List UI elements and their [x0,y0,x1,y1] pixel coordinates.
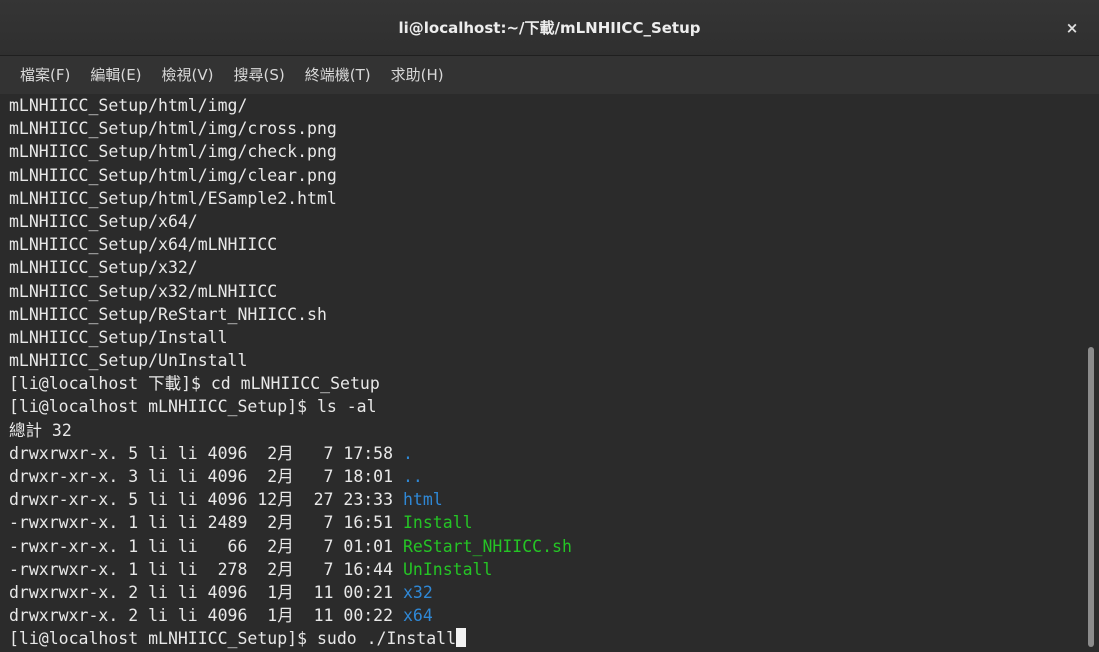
listing-name-dir: x64 [403,606,433,626]
listing-meta: drwxrwxr-x. 2 li li 4096 1月 11 00:22 [9,606,403,626]
listing-meta: -rwxr-xr-x. 1 li li 66 2月 7 01:01 [9,536,403,556]
listing-row: drwxrwxr-x. 2 li li 4096 1月 11 00:22 x64 [9,604,1074,627]
listing-name-dir: . [403,443,413,463]
output-line: mLNHIICC_Setup/html/ESample2.html [9,188,337,208]
output-line: mLNHIICC_Setup/Install [9,327,228,347]
output-line: mLNHIICC_Setup/x32/mLNHIICC [9,281,278,301]
output-line: mLNHIICC_Setup/html/img/ [9,96,248,115]
output-line: mLNHIICC_Setup/x64/mLNHIICC [9,235,278,255]
listing-row: drwxrwxr-x. 2 li li 4096 1月 11 00:21 x32 [9,581,1074,604]
menu-bar: 檔案(F) 編輯(E) 檢視(V) 搜尋(S) 終端機(T) 求助(H) [0,56,1099,94]
listing-row: drwxr-xr-x. 3 li li 4096 2月 7 18:01 .. [9,465,1074,488]
listing-meta: drwxr-xr-x. 5 li li 4096 12月 27 23:33 [9,490,403,510]
output-line: mLNHIICC_Setup/UnInstall [9,351,248,371]
command-line: [li@localhost mLNHIICC_Setup]$ ls -al [9,397,377,417]
listing-name-dir: html [403,490,443,510]
listing-name-dir: .. [403,467,423,486]
output-line: mLNHIICC_Setup/ReStart_NHIICC.sh [9,304,327,324]
cursor-icon [456,628,467,648]
listing-row: -rwxr-xr-x. 1 li li 66 2月 7 01:01 ReStar… [9,535,1074,558]
listing-row: drwxr-xr-x. 5 li li 4096 12月 27 23:33 ht… [9,488,1074,511]
menu-view[interactable]: 檢視(V) [152,56,224,94]
close-icon[interactable]: × [1059,15,1085,41]
scrollbar[interactable] [1083,94,1099,652]
command-line: [li@localhost 下載]$ cd mLNHIICC_Setup [9,374,380,394]
listing-row: -rwxrwxr-x. 1 li li 278 2月 7 16:44 UnIns… [9,558,1074,581]
output-line: mLNHIICC_Setup/html/img/cross.png [9,119,337,139]
terminal-output: mLNHIICC_Setup/html/img/ mLNHIICC_Setup/… [9,94,1074,651]
prompt-line[interactable]: [li@localhost mLNHIICC_Setup]$ sudo ./In… [9,627,1074,650]
listing-name-exe: ReStart_NHIICC.sh [403,536,572,556]
output-line: mLNHIICC_Setup/html/img/clear.png [9,165,337,185]
terminal-window: li@localhost:~/下載/mLNHIICC_Setup × 檔案(F)… [0,0,1099,652]
prompt-text: [li@localhost mLNHIICC_Setup]$ sudo ./In… [9,629,457,649]
listing-name-exe: Install [403,513,473,533]
listing-name-dir: x32 [403,582,433,602]
terminal-area[interactable]: mLNHIICC_Setup/html/img/ mLNHIICC_Setup/… [0,94,1099,652]
menu-help[interactable]: 求助(H) [381,56,454,94]
window-title: li@localhost:~/下載/mLNHIICC_Setup [398,19,701,37]
menu-terminal[interactable]: 終端機(T) [295,56,381,94]
listing-meta: drwxr-xr-x. 3 li li 4096 2月 7 18:01 [9,467,403,486]
menu-edit[interactable]: 編輯(E) [80,56,151,94]
listing-meta: drwxrwxr-x. 2 li li 4096 1月 11 00:21 [9,582,403,602]
listing-name-exe: UnInstall [403,559,493,579]
output-line: mLNHIICC_Setup/x32/ [9,258,198,278]
listing-meta: -rwxrwxr-x. 1 li li 278 2月 7 16:44 [9,559,403,579]
output-line: mLNHIICC_Setup/x64/ [9,211,198,231]
scrollbar-thumb[interactable] [1088,347,1094,647]
listing-row: -rwxrwxr-x. 1 li li 2489 2月 7 16:51 Inst… [9,511,1074,534]
total-line: 總計 32 [9,420,72,440]
output-line: mLNHIICC_Setup/html/img/check.png [9,142,337,162]
title-bar[interactable]: li@localhost:~/下載/mLNHIICC_Setup × [0,0,1099,56]
listing-row: drwxrwxr-x. 5 li li 4096 2月 7 17:58 . [9,442,1074,465]
listing-meta: drwxrwxr-x. 5 li li 4096 2月 7 17:58 [9,443,403,463]
listing-meta: -rwxrwxr-x. 1 li li 2489 2月 7 16:51 [9,513,403,533]
menu-file[interactable]: 檔案(F) [10,56,80,94]
menu-search[interactable]: 搜尋(S) [224,56,295,94]
